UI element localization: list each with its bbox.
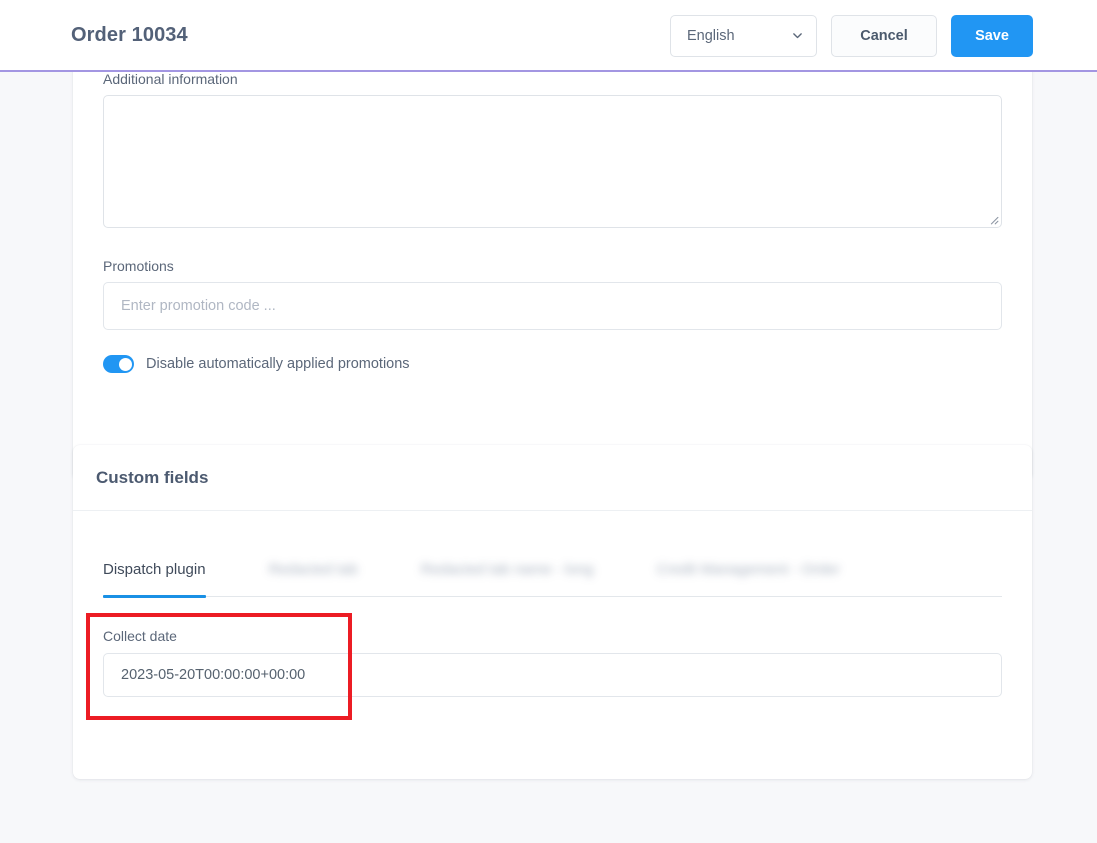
language-select[interactable]: English (670, 14, 817, 57)
custom-fields-title: Custom fields (96, 467, 209, 487)
disable-promotions-row: Disable automatically applied promotions (103, 355, 1002, 373)
tab-label: Dispatch plugin (103, 560, 206, 578)
tab-label: Credit Management - Order (656, 560, 840, 578)
language-select-value: English (687, 27, 735, 44)
cancel-button[interactable]: Cancel (831, 14, 937, 57)
custom-fields-tabs: Dispatch plugin Redacted tab Redacted ta… (103, 541, 1002, 598)
toggle-knob (118, 357, 132, 371)
tab-label: Redacted tab name - long (420, 560, 594, 578)
top-bar: Order 10034 English Cancel Save (0, 0, 1097, 71)
page-content: Additional information Promotions Enter … (0, 7, 1097, 843)
tab-redacted-2[interactable]: Redacted tab name - long (421, 541, 594, 597)
collect-date-input[interactable]: 2023-05-20T00:00:00+00:00 (103, 653, 1002, 697)
promotion-code-placeholder: Enter promotion code ... (121, 298, 276, 314)
save-button[interactable]: Save (951, 14, 1033, 57)
order-edit-screen: Order 10034 English Cancel Save Addition… (0, 0, 1097, 843)
resize-handle-icon[interactable] (986, 212, 999, 225)
custom-fields-header: Custom fields (73, 445, 1032, 511)
tab-redacted-1[interactable]: Redacted tab (269, 541, 358, 597)
chevron-down-icon (791, 29, 804, 42)
top-bar-actions: English Cancel Save (670, 14, 1033, 57)
additional-information-label: Additional information (103, 71, 238, 87)
disable-promotions-toggle[interactable] (103, 355, 134, 373)
custom-fields-card: Custom fields Dispatch plugin Redacted t… (73, 445, 1032, 779)
promotion-code-input[interactable]: Enter promotion code ... (103, 282, 1002, 330)
additional-information-textarea[interactable] (103, 95, 1002, 228)
collect-date-field: Collect date 2023-05-20T00:00:00+00:00 (103, 628, 1002, 697)
promotions-label: Promotions (103, 258, 174, 274)
tab-label: Redacted tab (268, 560, 358, 578)
collect-date-label: Collect date (103, 628, 177, 644)
tab-dispatch-plugin[interactable]: Dispatch plugin (103, 541, 206, 598)
disable-promotions-label: Disable automatically applied promotions (146, 356, 410, 372)
accent-rule (0, 70, 1097, 72)
page-title: Order 10034 (71, 24, 188, 46)
custom-fields-body: Dispatch plugin Redacted tab Redacted ta… (73, 511, 1032, 697)
tab-redacted-3[interactable]: Credit Management - Order (656, 541, 839, 597)
order-details-card: Additional information Promotions Enter … (73, 7, 1032, 480)
